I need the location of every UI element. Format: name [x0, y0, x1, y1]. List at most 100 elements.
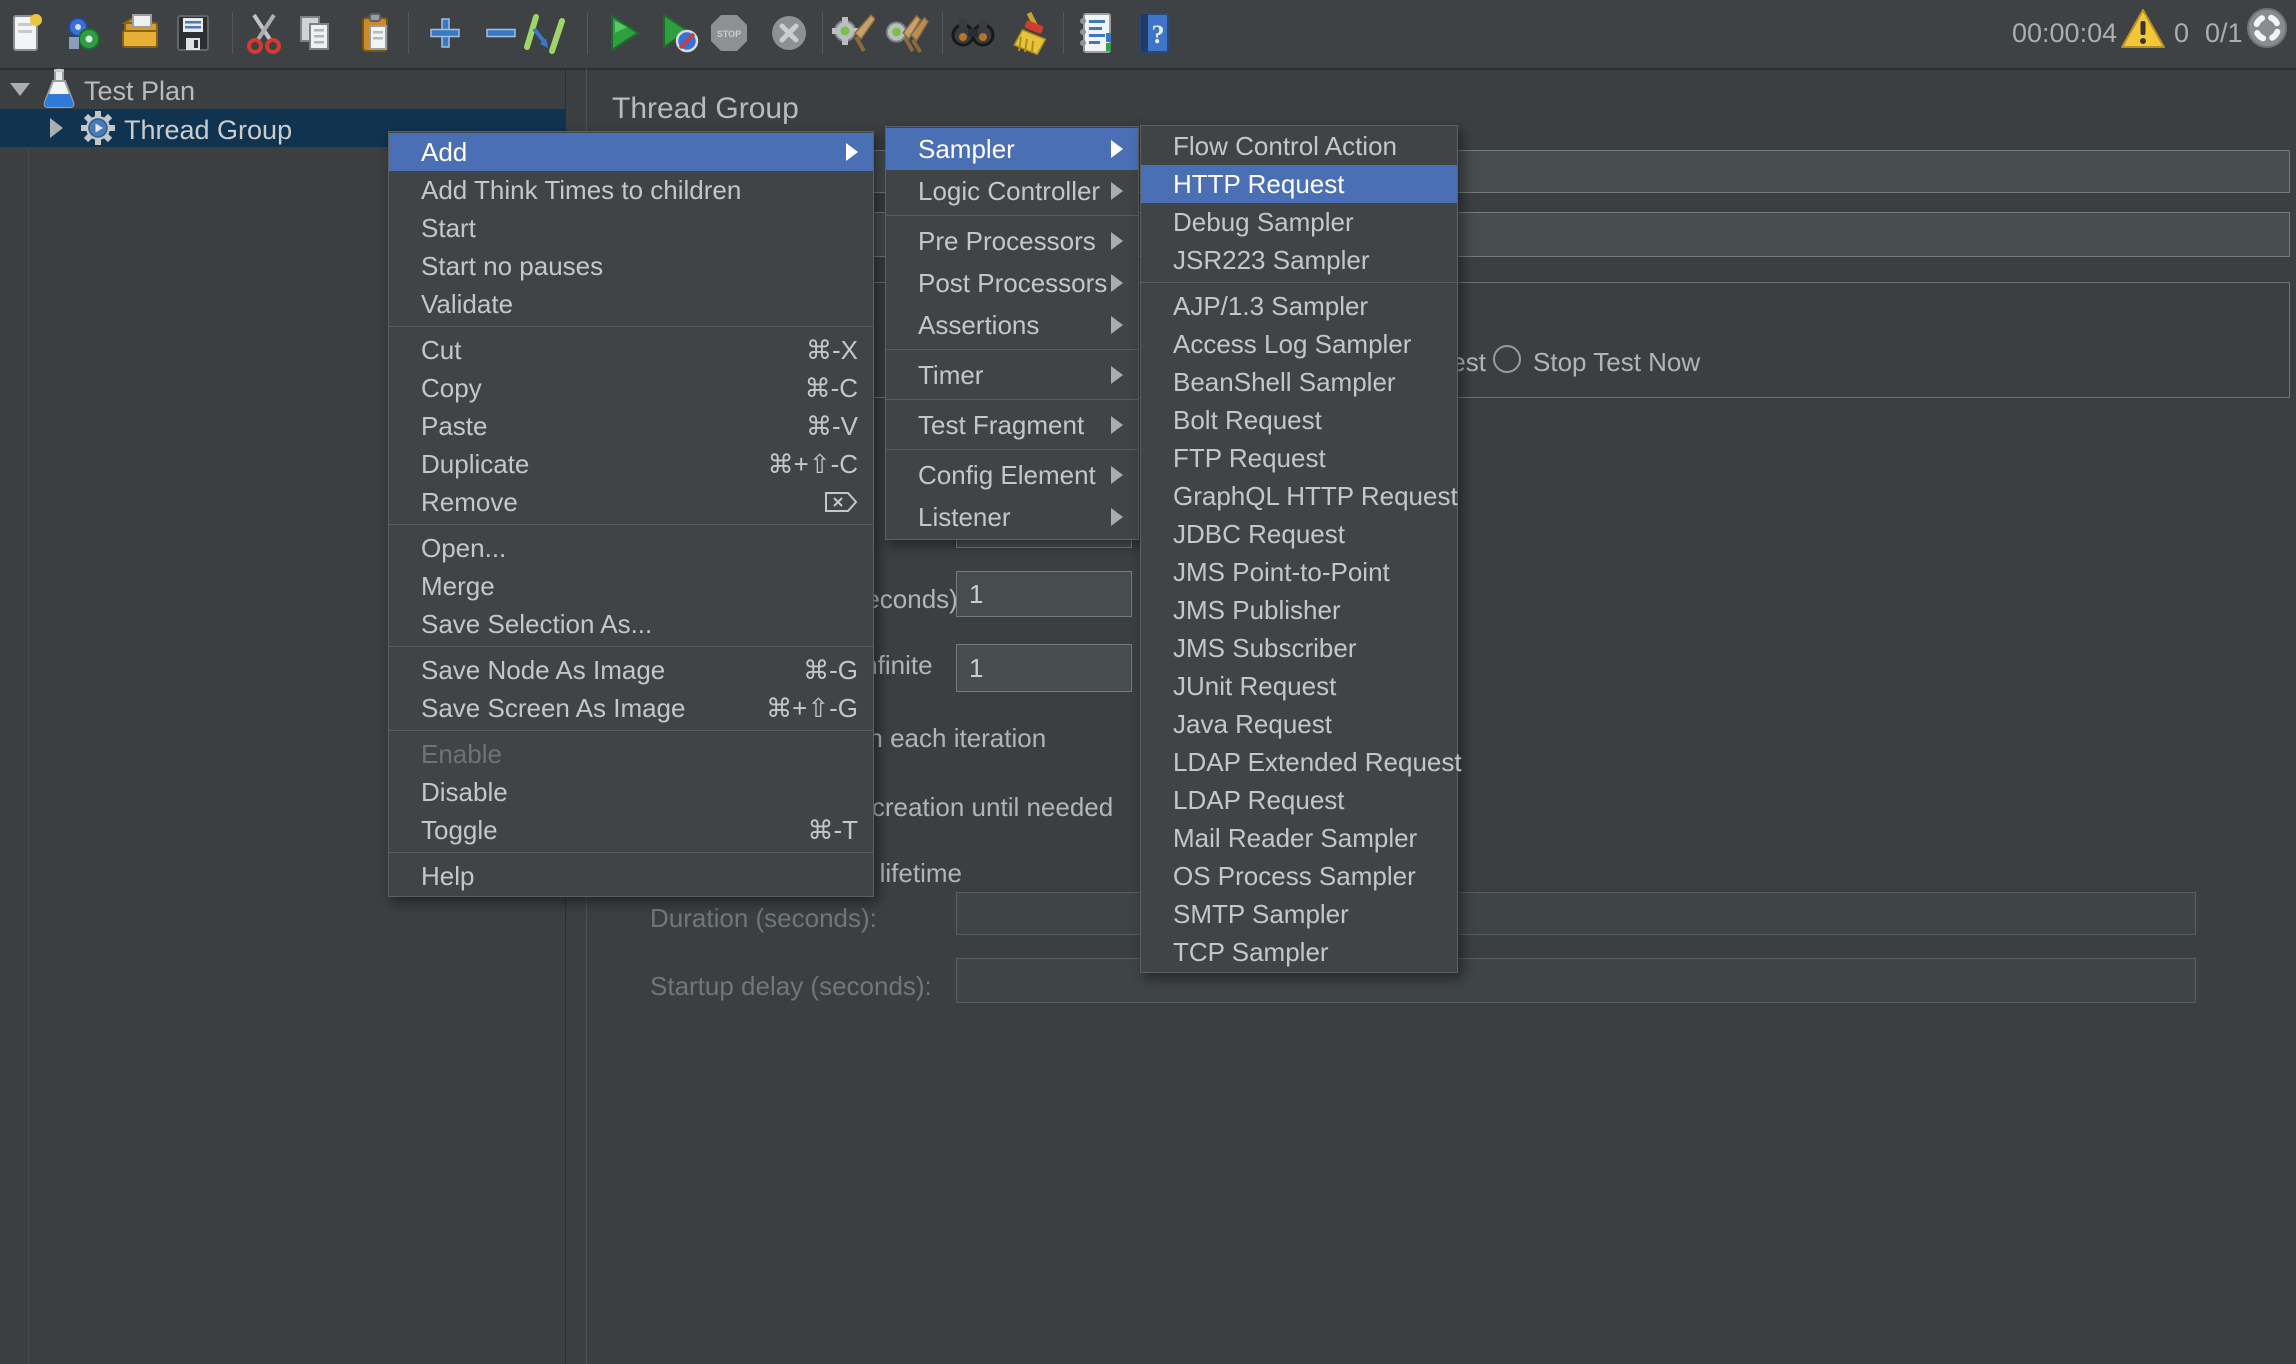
menu-item-save-screen-as-image[interactable]: Save Screen As Image⌘+⇧-G: [389, 689, 873, 727]
page-title: Thread Group: [612, 92, 799, 126]
menu-item-ajp-1-3-sampler[interactable]: AJP/1.3 Sampler: [1141, 287, 1457, 325]
menu-item-http-request[interactable]: HTTP Request: [1141, 165, 1457, 203]
help-icon[interactable]: ?: [1131, 8, 1177, 58]
paste-icon[interactable]: [353, 8, 399, 58]
tree-item-thread-group[interactable]: Thread Group: [124, 115, 292, 146]
start-no-pauses-icon[interactable]: [656, 8, 702, 58]
edit-arrows-icon[interactable]: [521, 8, 567, 58]
menu-item-post-processors[interactable]: Post Processors: [886, 262, 1138, 304]
svg-text:STOP: STOP: [717, 29, 741, 39]
menu-item-access-log-sampler[interactable]: Access Log Sampler: [1141, 325, 1457, 363]
menu-item-label: Validate: [421, 289, 513, 320]
menu-item-label: Cut: [421, 335, 461, 366]
menu-item-debug-sampler[interactable]: Debug Sampler: [1141, 203, 1457, 241]
menu-item-cut[interactable]: Cut⌘-X: [389, 331, 873, 369]
menu-item-start-no-pauses[interactable]: Start no pauses: [389, 247, 873, 285]
menu-item-open-[interactable]: Open...: [389, 529, 873, 567]
menu-item-save-node-as-image[interactable]: Save Node As Image⌘-G: [389, 651, 873, 689]
start-icon[interactable]: [600, 8, 646, 58]
thread-count: 0/1: [2205, 18, 2243, 49]
menu-item-remove[interactable]: Remove: [389, 483, 873, 521]
menu-item-jms-subscriber[interactable]: JMS Subscriber: [1141, 629, 1457, 667]
menu-separator: [1141, 282, 1457, 283]
copy-icon[interactable]: [292, 8, 338, 58]
menu-item-label: Remove: [421, 487, 518, 518]
menu-item-flow-control-action[interactable]: Flow Control Action: [1141, 127, 1457, 165]
menu-item-disable[interactable]: Disable: [389, 773, 873, 811]
search-icon[interactable]: [950, 8, 996, 58]
menu-item-test-fragment[interactable]: Test Fragment: [886, 404, 1138, 446]
menu-item-pre-processors[interactable]: Pre Processors: [886, 220, 1138, 262]
menu-item-enable: Enable: [389, 735, 873, 773]
menu-item-tcp-sampler[interactable]: TCP Sampler: [1141, 933, 1457, 971]
remove-icon[interactable]: [478, 8, 524, 58]
menu-item-validate[interactable]: Validate: [389, 285, 873, 323]
menu-item-copy[interactable]: Copy⌘-C: [389, 369, 873, 407]
menu-shortcut: ⌘-T: [767, 815, 858, 846]
context-menu: AddAdd Think Times to childrenStartStart…: [388, 131, 874, 897]
menu-item-graphql-http-request[interactable]: GraphQL HTTP Request: [1141, 477, 1457, 515]
menu-item-start[interactable]: Start: [389, 209, 873, 247]
function-helper-icon[interactable]: [1074, 8, 1120, 58]
menu-item-smtp-sampler[interactable]: SMTP Sampler: [1141, 895, 1457, 933]
menu-item-jdbc-request[interactable]: JDBC Request: [1141, 515, 1457, 553]
menu-item-listener[interactable]: Listener: [886, 496, 1138, 538]
cut-icon[interactable]: [241, 8, 287, 58]
menu-item-label: Enable: [421, 739, 502, 770]
menu-item-beanshell-sampler[interactable]: BeanShell Sampler: [1141, 363, 1457, 401]
menu-item-label: BeanShell Sampler: [1173, 367, 1396, 398]
templates-icon[interactable]: [60, 8, 106, 58]
expander-down-icon[interactable]: [10, 83, 30, 96]
stop-icon: STOP: [706, 8, 752, 58]
menu-separator: [886, 215, 1138, 216]
menu-item-jsr223-sampler[interactable]: JSR223 Sampler: [1141, 241, 1457, 279]
menu-item-mail-reader-sampler[interactable]: Mail Reader Sampler: [1141, 819, 1457, 857]
save-icon[interactable]: [170, 8, 216, 58]
menu-item-ldap-request[interactable]: LDAP Request: [1141, 781, 1457, 819]
menu-item-timer[interactable]: Timer: [886, 354, 1138, 396]
new-file-icon[interactable]: [2, 8, 48, 58]
radio-stop-test-now-label[interactable]: Stop Test Now: [1533, 347, 1700, 378]
expander-right-icon[interactable]: [50, 118, 63, 138]
menu-item-duplicate[interactable]: Duplicate⌘+⇧-C: [389, 445, 873, 483]
menu-item-toggle[interactable]: Toggle⌘-T: [389, 811, 873, 849]
menu-item-add[interactable]: Add: [389, 133, 873, 171]
test-activity-icon: [2244, 3, 2290, 53]
menu-item-sampler[interactable]: Sampler: [886, 128, 1138, 170]
menu-item-jms-publisher[interactable]: JMS Publisher: [1141, 591, 1457, 629]
menu-item-merge[interactable]: Merge: [389, 567, 873, 605]
menu-item-junit-request[interactable]: JUnit Request: [1141, 667, 1457, 705]
menu-item-help[interactable]: Help: [389, 857, 873, 895]
submenu-arrow-icon: [1111, 466, 1123, 484]
menu-separator: [389, 524, 873, 525]
menu-item-save-selection-as-[interactable]: Save Selection As...: [389, 605, 873, 643]
clear-all-icon[interactable]: [884, 8, 930, 58]
startup-delay-label: Startup delay (seconds):: [650, 971, 932, 1002]
menu-item-os-process-sampler[interactable]: OS Process Sampler: [1141, 857, 1457, 895]
warning-icon[interactable]: [2120, 4, 2166, 54]
elapsed-timer: 00:00:04: [2012, 18, 2117, 49]
menu-item-java-request[interactable]: Java Request: [1141, 705, 1457, 743]
menu-item-paste[interactable]: Paste⌘-V: [389, 407, 873, 445]
menu-item-config-element[interactable]: Config Element: [886, 454, 1138, 496]
open-icon[interactable]: [118, 8, 164, 58]
submenu-arrow-icon: [1111, 508, 1123, 526]
rampup-field[interactable]: 1: [956, 571, 1132, 617]
menu-item-ldap-extended-request[interactable]: LDAP Extended Request: [1141, 743, 1457, 781]
menu-item-ftp-request[interactable]: FTP Request: [1141, 439, 1457, 477]
menu-separator: [389, 326, 873, 327]
clear-icon[interactable]: [830, 8, 876, 58]
menu-item-assertions[interactable]: Assertions: [886, 304, 1138, 346]
menu-item-jms-point-to-point[interactable]: JMS Point-to-Point: [1141, 553, 1457, 591]
tree-item-test-plan[interactable]: Test Plan: [84, 76, 195, 107]
menu-item-logic-controller[interactable]: Logic Controller: [886, 170, 1138, 212]
submenu-arrow-icon: [1111, 416, 1123, 434]
add-icon[interactable]: [422, 8, 468, 58]
search-reset-icon[interactable]: [1004, 8, 1050, 58]
menu-item-add-think-times-to-children[interactable]: Add Think Times to children: [389, 171, 873, 209]
radio-stop-test-now[interactable]: [1493, 345, 1521, 373]
sampler-submenu: Flow Control ActionHTTP RequestDebug Sam…: [1140, 125, 1458, 973]
menu-item-bolt-request[interactable]: Bolt Request: [1141, 401, 1457, 439]
test-plan-icon: [42, 68, 76, 115]
loop-count-field[interactable]: 1: [956, 644, 1132, 692]
